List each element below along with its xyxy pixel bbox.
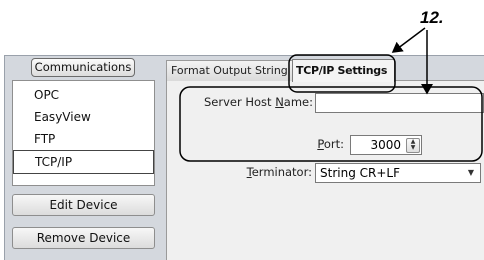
fields-highlight-box: [179, 86, 483, 162]
annotation-overlay: [179, 27, 483, 162]
arrow-to-tab: [391, 27, 426, 53]
